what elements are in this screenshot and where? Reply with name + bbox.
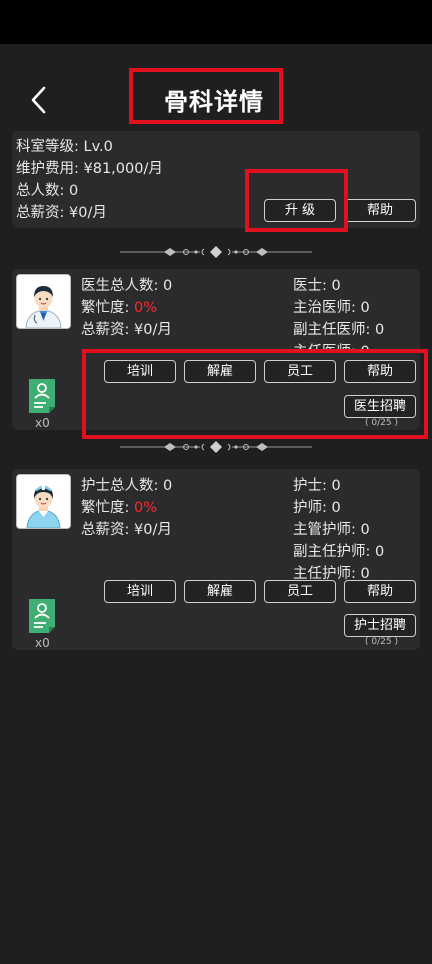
doctor-busyness: 繁忙度: 0%: [81, 300, 158, 316]
summary-help-button[interactable]: 帮助: [344, 199, 416, 222]
nurses-card: 护士总人数: 0 繁忙度: 0% 总薪资: ¥0/月 护士: 0 护师: 0 主…: [12, 469, 420, 650]
nurse-help-button[interactable]: 帮助: [344, 580, 416, 603]
doctor-avatar: [16, 274, 71, 329]
doctor-resume-count: x0: [35, 416, 50, 430]
doctor-total: 医生总人数: 0: [81, 278, 173, 294]
page-title: 骨科详情: [164, 88, 264, 116]
doctor-salary: 总薪资: ¥0/月: [81, 322, 172, 338]
chevron-left-icon: [31, 86, 46, 114]
nurse-capacity: ( 0/25 ): [365, 637, 398, 647]
total-salary: 总薪资: ¥0/月: [16, 205, 107, 221]
maintenance-cost: 维护费用: ¥81,000/月: [16, 161, 163, 177]
nurse-total: 护士总人数: 0: [81, 478, 173, 494]
resume-icon[interactable]: [26, 377, 58, 415]
doctor-rank-assistant: 医士: 0: [293, 278, 341, 294]
nurse-busyness: 繁忙度: 0%: [81, 500, 158, 516]
nurse-busyness-value: 0%: [134, 500, 158, 516]
department-summary-card: 科室等级: Lv.0 维护费用: ¥81,000/月 总人数: 0 总薪资: ¥…: [12, 131, 420, 232]
nurse-rank-senior: 护师: 0: [293, 500, 341, 516]
nurse-recruit-button[interactable]: 护士招聘: [344, 614, 416, 637]
nurse-rank-nurse: 护士: 0: [293, 478, 341, 494]
nurse-avatar-icon: [17, 475, 70, 528]
doctor-rank-associate-chief: 副主任医师: 0: [293, 322, 385, 338]
upgrade-highlight-box: [245, 169, 348, 232]
nurse-rank-supervisor: 主管护师: 0: [293, 522, 370, 538]
total-headcount: 总人数: 0: [16, 183, 79, 199]
nurse-staff-button[interactable]: 员工: [264, 580, 336, 603]
nurse-resume-count: x0: [35, 636, 50, 650]
nurse-train-button[interactable]: 培训: [104, 580, 176, 603]
status-bar: [0, 0, 432, 44]
doctor-avatar-icon: [17, 275, 70, 328]
resume-icon[interactable]: [26, 597, 58, 635]
nurse-avatar: [16, 474, 71, 529]
nurse-salary: 总薪资: ¥0/月: [81, 522, 172, 538]
action-highlight-box: [82, 349, 428, 439]
ornament-divider: [120, 246, 312, 258]
ornament-divider: [120, 441, 312, 453]
nurse-rank-associate-chief: 副主任护师: 0: [293, 544, 385, 560]
doctor-rank-attending: 主治医师: 0: [293, 300, 370, 316]
doctor-busyness-value: 0%: [134, 300, 158, 316]
nurse-fire-button[interactable]: 解雇: [184, 580, 256, 603]
back-button[interactable]: [26, 84, 54, 116]
department-level: 科室等级: Lv.0: [16, 139, 113, 155]
header: 骨科详情: [0, 44, 432, 128]
